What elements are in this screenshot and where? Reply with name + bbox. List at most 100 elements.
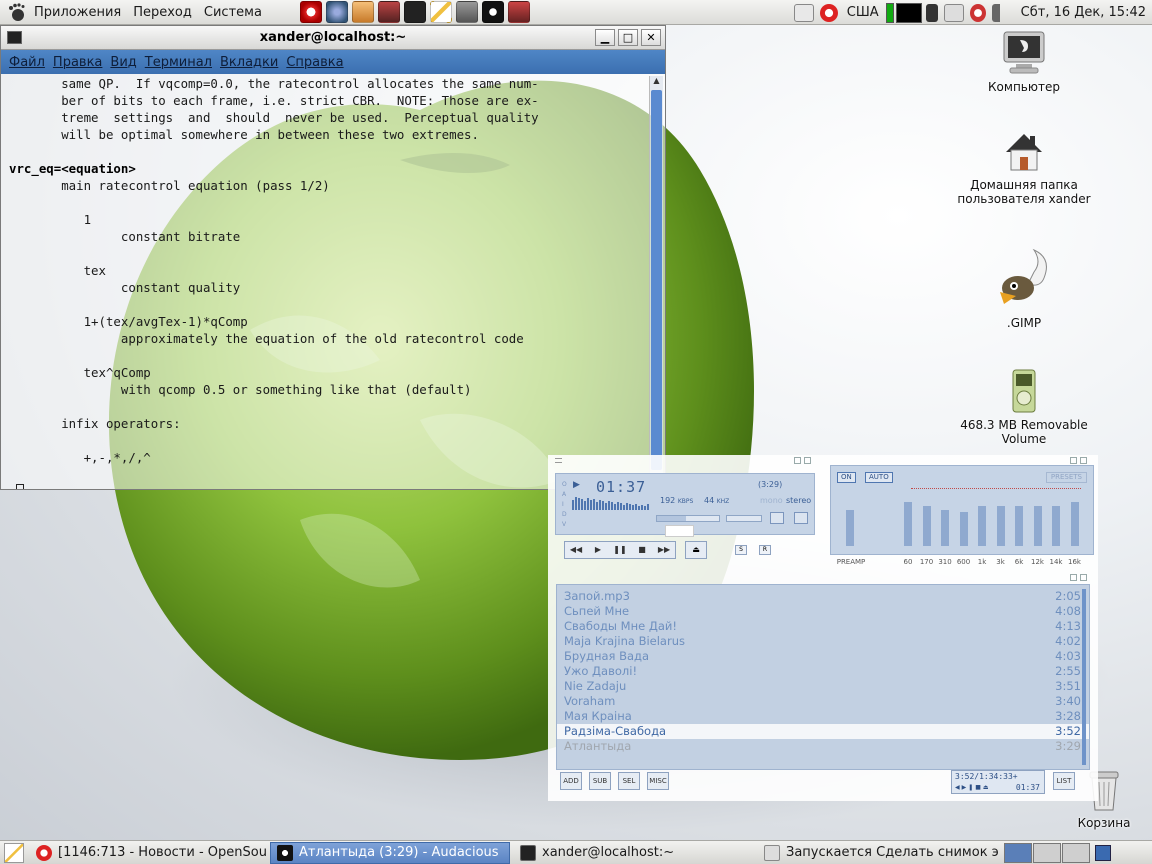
playlist-row[interactable]: Ужо Даволі! 2:55: [557, 664, 1089, 679]
trash-applet-icon[interactable]: [1095, 844, 1111, 861]
playlist-sel-button[interactable]: SEL: [618, 772, 640, 790]
eq-band-slider[interactable]: [922, 506, 931, 546]
playlist-minimize-icon[interactable]: [1070, 574, 1077, 581]
playlist-misc-button[interactable]: MISC: [647, 772, 669, 790]
shuffle-button[interactable]: S: [735, 545, 747, 555]
workspace-1[interactable]: [1004, 842, 1032, 863]
playlist-row[interactable]: Мая Краіна 3:28: [557, 709, 1089, 724]
playlist-sub-button[interactable]: SUB: [589, 772, 611, 790]
power-icon[interactable]: [819, 3, 838, 22]
desktop-icon-gimp[interactable]: .GIMP: [954, 248, 1094, 330]
film-strip-icon[interactable]: [507, 1, 530, 23]
eq-auto-button[interactable]: AUTO: [865, 472, 893, 483]
playlist-row[interactable]: Nie Zadaju 3:51: [557, 679, 1089, 694]
stop-button[interactable]: ■: [631, 542, 653, 558]
playlist-close-icon[interactable]: [1080, 574, 1087, 581]
eq-on-button[interactable]: ON: [837, 472, 856, 483]
terminal-icon[interactable]: [403, 1, 426, 23]
menu-file[interactable]: Файл: [5, 55, 49, 70]
minimize-button[interactable]: ▁: [595, 29, 615, 46]
task-terminal[interactable]: xander@localhost:~: [514, 842, 754, 864]
terminal-titlebar[interactable]: xander@localhost:~ ▁ □ ✕: [1, 26, 665, 50]
audacious-icon[interactable]: [481, 1, 504, 23]
playlist-list-button[interactable]: LIST: [1053, 772, 1075, 790]
keyboard-layout[interactable]: США: [847, 5, 879, 20]
playlist[interactable]: Запой.mp3 2:05 Сьпей Мне 4:08 Свабоды Мне Да…: [556, 584, 1090, 770]
eq-band-slider[interactable]: [1033, 506, 1042, 546]
playlist-row[interactable]: Брудная Вада 4:03: [557, 649, 1089, 664]
menu-view[interactable]: Вид: [106, 55, 140, 70]
playlist-row[interactable]: Сьпей Мне 4:08: [557, 604, 1089, 619]
playlist-row[interactable]: Запой.mp3 2:05: [557, 589, 1089, 604]
eq-band-slider[interactable]: [978, 506, 986, 546]
playlist-scrollbar[interactable]: [1082, 589, 1086, 765]
preamp-slider[interactable]: [846, 510, 854, 546]
playlist-titlebar[interactable]: [548, 572, 1098, 584]
display-icon[interactable]: [943, 3, 964, 22]
play-button[interactable]: ▶: [587, 542, 609, 558]
volume-slider[interactable]: [656, 515, 720, 522]
desktop-icon-removable[interactable]: 468.3 MB Removable Volume: [954, 368, 1094, 446]
playlist-row[interactable]: Voraham 3:40: [557, 694, 1089, 709]
elapsed-time[interactable]: 01:37: [596, 478, 646, 496]
terminal-scrollbar[interactable]: ▲ ▼: [649, 76, 663, 488]
battery-icon[interactable]: [925, 3, 938, 22]
text-editor-icon[interactable]: [429, 1, 452, 23]
menu-system[interactable]: Система: [198, 5, 268, 20]
repeat-button[interactable]: R: [759, 545, 771, 555]
gimp-icon[interactable]: [455, 1, 478, 23]
menu-terminal[interactable]: Терминал: [141, 55, 216, 70]
playlist-add-button[interactable]: ADD: [560, 772, 582, 790]
workspace-3[interactable]: [1062, 842, 1090, 863]
net-monitor-icon[interactable]: [895, 2, 922, 23]
volume-icon[interactable]: [991, 3, 1012, 22]
desktop-icon-home[interactable]: Домашняя папка пользователя xander: [954, 130, 1094, 206]
terminal-window[interactable]: xander@localhost:~ ▁ □ ✕ Файл Правка Вид…: [0, 25, 666, 490]
visualizer[interactable]: [572, 496, 650, 510]
sidebar-oaidv-icon[interactable]: OA ID V: [560, 478, 570, 528]
eq-band-slider[interactable]: [1015, 506, 1023, 546]
task-screenshot[interactable]: Запускается Сделать снимок э...: [758, 842, 998, 864]
scroll-up-icon[interactable]: ▲: [650, 76, 663, 88]
next-button[interactable]: ▶▶: [653, 542, 675, 558]
eject-button[interactable]: ⏏: [685, 541, 707, 559]
menu-help[interactable]: Справка: [282, 55, 347, 70]
audacious-player[interactable]: OA ID V ▶ 01:37 (3:29) 192 KBPS 44 KHZ m…: [548, 455, 1098, 801]
maximize-button[interactable]: □: [618, 29, 638, 46]
eq-close-icon[interactable]: [1080, 457, 1087, 464]
eq-band-slider[interactable]: [996, 506, 1005, 546]
mini-transport-icons[interactable]: ◀▶❚■⏏: [955, 784, 991, 791]
eq-presets-button[interactable]: PRESETS: [1045, 472, 1087, 483]
menu-tabs[interactable]: Вкладки: [216, 55, 282, 70]
playlist-row[interactable]: Свабоды Мне Дай! 4:13: [557, 619, 1089, 634]
network-icon[interactable]: [793, 3, 814, 22]
opera-icon[interactable]: [299, 1, 322, 23]
update-icon[interactable]: [969, 3, 986, 22]
scrollbar-thumb[interactable]: [651, 90, 662, 470]
eq-toggle-button[interactable]: [770, 512, 784, 524]
eq-band-slider[interactable]: [959, 512, 968, 546]
eq-band-slider[interactable]: [1070, 502, 1079, 546]
eq-minimize-icon[interactable]: [1070, 457, 1077, 464]
balance-slider[interactable]: [726, 515, 762, 522]
eq-band-slider[interactable]: [1052, 506, 1060, 546]
gnome-foot-icon[interactable]: [6, 2, 26, 22]
show-desktop-icon[interactable]: [4, 842, 24, 863]
playlist-toggle-button[interactable]: [794, 512, 808, 524]
clock[interactable]: Сбт, 16 Дек, 15:42: [1021, 5, 1146, 20]
menu-applications[interactable]: Приложения: [28, 5, 127, 20]
browser-icon[interactable]: [325, 1, 348, 23]
eq-band-slider[interactable]: [904, 502, 912, 546]
task-audacious[interactable]: Атлантыда (3:29) - Audacious: [270, 841, 510, 864]
menu-edit[interactable]: Правка: [49, 55, 106, 70]
cpu-monitor-icon[interactable]: [885, 2, 894, 23]
position-slider-handle[interactable]: [665, 525, 694, 537]
pause-button[interactable]: ❚❚: [609, 542, 631, 558]
people-icon[interactable]: [351, 1, 374, 23]
minimize-icon[interactable]: [794, 457, 801, 464]
desktop-icon-computer[interactable]: Компьютер: [954, 30, 1094, 94]
close-button[interactable]: ✕: [641, 29, 661, 46]
task-opera[interactable]: [1146:713 - Новости - OpenSou...: [30, 842, 266, 864]
previous-button[interactable]: ◀◀: [565, 542, 587, 558]
playlist-row[interactable]: Атлантыда 3:29: [557, 739, 1089, 754]
